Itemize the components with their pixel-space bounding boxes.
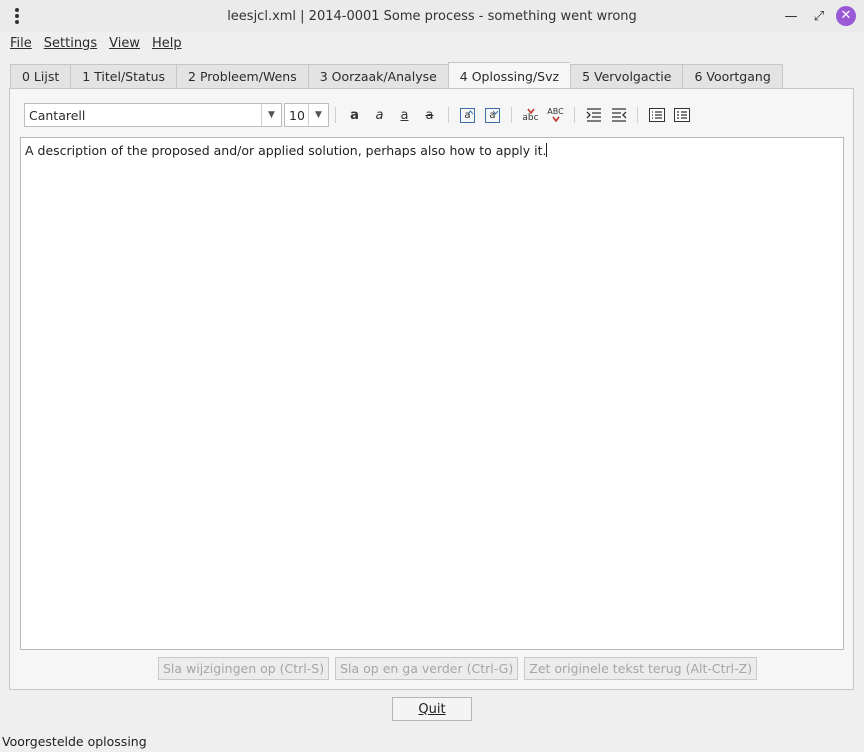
indent-icon <box>586 108 601 122</box>
format-toolbar: Cantarell ▼ 10 ▼ a a a a a a abc ABC <box>24 103 694 127</box>
revert-text-button[interactable]: Zet originele tekst terug (Alt-Ctrl-Z) <box>524 657 758 680</box>
bold-button[interactable]: a <box>344 104 366 126</box>
bullet-list-icon <box>648 108 665 122</box>
quit-button[interactable]: Quit <box>392 697 472 721</box>
window-menu-icon[interactable] <box>9 7 25 25</box>
outdent-button[interactable] <box>608 104 630 126</box>
title-bar: leesjcl.xml | 2014-0001 Some process - s… <box>0 0 864 32</box>
tab-probleem-wens[interactable]: 2 Probleem/Wens <box>176 64 308 89</box>
indent-button[interactable] <box>583 104 605 126</box>
bullet-list-button[interactable] <box>646 104 668 126</box>
autospell-button[interactable]: ABC <box>545 104 567 126</box>
editor-actions: Sla wijzigingen op (Ctrl-S) Sla op en ga… <box>158 657 763 680</box>
superscript-icon: a <box>460 107 475 123</box>
text-caret <box>546 143 548 157</box>
menu-help[interactable]: Help <box>146 36 188 51</box>
minimize-icon[interactable]: — <box>781 6 801 26</box>
autospell-icon <box>551 116 560 122</box>
underline-button[interactable]: a <box>394 104 416 126</box>
autospell-label: ABC <box>547 107 564 116</box>
toolbar-separator <box>511 107 512 123</box>
tab-bar: 0 Lijst 1 Titel/Status 2 Probleem/Wens 3… <box>10 62 783 89</box>
close-icon[interactable]: ✕ <box>836 6 856 26</box>
status-bar: Voorgestelde oplossing <box>2 734 147 749</box>
tab-titel-status[interactable]: 1 Titel/Status <box>70 64 177 89</box>
numbered-list-button[interactable] <box>671 104 693 126</box>
font-family-value: Cantarell <box>29 107 86 123</box>
editor-text: A description of the proposed and/or app… <box>25 143 547 158</box>
toolbar-separator <box>335 107 336 123</box>
font-size-value: 10 <box>289 107 305 123</box>
numbered-list-icon <box>673 108 690 122</box>
save-and-continue-button[interactable]: Sla op en ga verder (Ctrl-G) <box>335 657 519 680</box>
menu-help-label: Help <box>151 35 182 51</box>
tab-voortgang[interactable]: 6 Voortgang <box>682 64 783 89</box>
strikethrough-button[interactable]: a <box>419 104 441 126</box>
italic-button[interactable]: a <box>369 104 391 126</box>
spellcheck-button[interactable]: abc <box>520 104 542 126</box>
menu-file[interactable]: File <box>4 36 38 51</box>
spellcheck-label: abc <box>522 112 539 123</box>
solution-text-editor[interactable]: A description of the proposed and/or app… <box>20 137 844 650</box>
toolbar-separator <box>574 107 575 123</box>
menu-bar: File Settings View Help <box>0 32 864 54</box>
menu-view-label: View <box>109 35 140 51</box>
quit-label: Quit <box>418 701 446 717</box>
chevron-down-icon[interactable]: ▼ <box>308 104 328 126</box>
menu-view[interactable]: View <box>103 36 146 51</box>
menu-settings-label: Settings <box>43 35 98 51</box>
subscript-icon: a <box>485 107 500 123</box>
superscript-button[interactable]: a <box>457 104 479 126</box>
font-size-select[interactable]: 10 ▼ <box>284 103 329 127</box>
menu-file-label: File <box>10 35 32 51</box>
tab-oplossing-svz[interactable]: 4 Oplossing/Svz <box>447 62 571 89</box>
font-family-select[interactable]: Cantarell ▼ <box>24 103 282 127</box>
tab-panel: Cantarell ▼ 10 ▼ a a a a a a abc ABC A d… <box>9 88 854 690</box>
tab-vervolgactie[interactable]: 5 Vervolgactie <box>570 64 683 89</box>
save-changes-button[interactable]: Sla wijzigingen op (Ctrl-S) <box>158 657 330 680</box>
chevron-down-icon[interactable]: ▼ <box>261 104 281 126</box>
toolbar-separator <box>448 107 449 123</box>
menu-settings[interactable]: Settings <box>38 36 103 51</box>
tab-lijst[interactable]: 0 Lijst <box>10 64 71 89</box>
toolbar-separator <box>637 107 638 123</box>
window-title: leesjcl.xml | 2014-0001 Some process - s… <box>227 8 637 24</box>
subscript-button[interactable]: a <box>482 104 504 126</box>
outdent-icon <box>611 108 626 122</box>
maximize-icon[interactable]: ⤢ <box>809 6 829 26</box>
tab-oorzaak-analyse[interactable]: 3 Oorzaak/Analyse <box>307 64 448 89</box>
